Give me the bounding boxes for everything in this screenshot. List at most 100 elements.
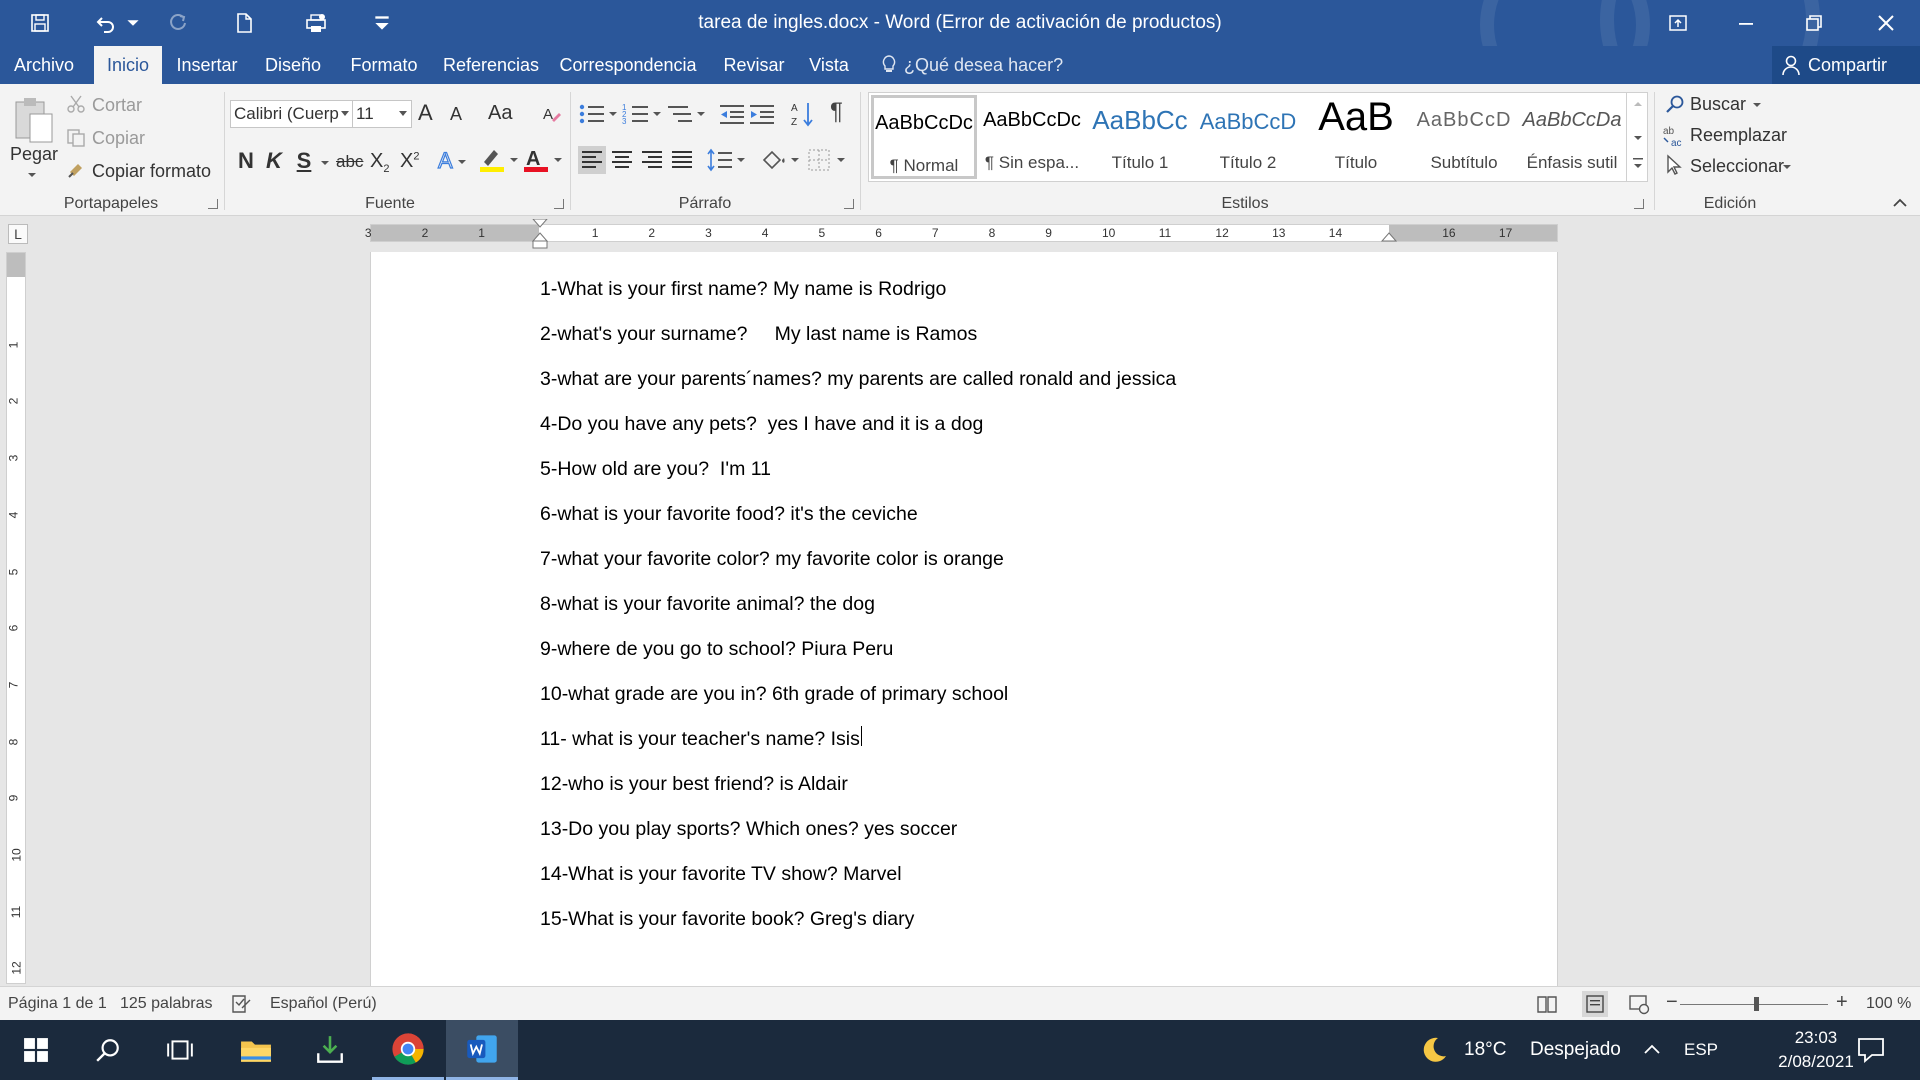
find-dropdown-icon[interactable] (1752, 100, 1762, 110)
styles-scroll[interactable] (1626, 92, 1648, 182)
document-line[interactable]: 10-what grade are you in? 6th grade of p… (540, 683, 1008, 706)
tab-revisar[interactable]: Revisar (718, 46, 790, 84)
restore-icon[interactable] (1780, 0, 1848, 46)
style-title[interactable]: AaB Título (1303, 95, 1409, 179)
font-size-box[interactable]: 11 (352, 100, 412, 128)
clock-date[interactable]: 2/08/2021 (1766, 1052, 1866, 1072)
numbering-icon[interactable]: 123 (622, 102, 664, 126)
style-subtitle[interactable]: AaBbCcD Subtítulo (1411, 95, 1517, 179)
select-dropdown-icon[interactable] (1782, 162, 1792, 172)
word-taskbar-button[interactable] (446, 1020, 518, 1080)
decrease-indent-icon[interactable] (718, 102, 746, 126)
document-line[interactable]: 7-what your favorite color? my favorite … (540, 548, 1004, 571)
underline-dropdown-icon[interactable] (320, 158, 330, 168)
highlight-color-icon[interactable] (478, 146, 520, 174)
paste-button[interactable]: Pegar (10, 144, 58, 165)
style-no-spacing[interactable]: AaBbCcDc ¶ Sin espa... (979, 95, 1085, 179)
print-layout-icon[interactable] (1582, 991, 1608, 1017)
bold-button[interactable]: N (236, 148, 256, 174)
font-name-box[interactable]: Calibri (Cuerp (230, 100, 354, 128)
sort-icon[interactable]: AZ (790, 100, 816, 128)
find-button[interactable]: Buscar (1690, 94, 1746, 115)
cut-button[interactable]: Cortar (92, 95, 142, 116)
document-line[interactable]: 4-Do you have any pets? yes I have and i… (540, 413, 983, 436)
superscript-button[interactable]: X2 (400, 150, 419, 173)
select-button[interactable]: Seleccionar (1690, 156, 1784, 177)
tab-archivo[interactable]: Archivo (0, 46, 88, 84)
align-left-icon[interactable] (578, 146, 606, 174)
copy-button[interactable]: Copiar (92, 128, 145, 149)
grow-font-button[interactable]: A (418, 100, 433, 126)
document-line[interactable]: 11- what is your teacher's name? Isis (540, 728, 860, 751)
paste-dropdown-icon[interactable] (26, 170, 38, 180)
store-app-button[interactable] (294, 1020, 366, 1080)
file-explorer-button[interactable] (220, 1020, 292, 1080)
text-effects-icon[interactable]: A (436, 148, 466, 174)
multilevel-list-icon[interactable] (666, 102, 708, 126)
moon-weather-icon[interactable] (1418, 1034, 1450, 1066)
close-icon[interactable] (1852, 0, 1920, 46)
input-language[interactable]: ESP (1684, 1040, 1718, 1060)
tab-insertar[interactable]: Insertar (168, 46, 246, 84)
weather-temperature[interactable]: 18°C (1464, 1039, 1506, 1061)
tab-referencias[interactable]: Referencias (436, 46, 546, 84)
start-button[interactable] (0, 1020, 72, 1080)
subscript-button[interactable]: X2 (370, 150, 389, 175)
format-painter-button[interactable]: Copiar formato (92, 161, 211, 182)
style-heading-2[interactable]: AaBbCcD Título 2 (1195, 95, 1301, 179)
font-launcher[interactable] (554, 199, 564, 209)
tab-selector[interactable]: L (8, 224, 28, 244)
clear-formatting-icon[interactable]: A (542, 104, 562, 124)
search-button[interactable] (72, 1020, 144, 1080)
document-line[interactable]: 6-what is your favorite food? it's the c… (540, 503, 918, 526)
style-heading-1[interactable]: AaBbCc Título 1 (1087, 95, 1193, 179)
tab-correspondencia[interactable]: Correspondencia (554, 46, 702, 84)
zoom-slider-thumb[interactable] (1754, 997, 1759, 1011)
tab-diseno[interactable]: Diseño (254, 46, 332, 84)
document-line[interactable]: 12-who is your best friend? is Aldair (540, 773, 848, 796)
task-view-button[interactable] (144, 1020, 216, 1080)
notifications-icon[interactable] (1856, 1036, 1886, 1064)
increase-indent-icon[interactable] (748, 102, 776, 126)
font-color-icon[interactable]: A (522, 146, 564, 174)
document-page[interactable]: 1-What is your first name? My name is Ro… (370, 252, 1558, 986)
ribbon-display-options-icon[interactable] (1644, 0, 1712, 46)
word-count[interactable]: 125 palabras (120, 995, 213, 1013)
document-line[interactable]: 15-What is your favorite book? Greg's di… (540, 908, 914, 931)
document-line[interactable]: 2-what's your surname? My last name is R… (540, 323, 977, 346)
proofing-icon[interactable] (230, 994, 252, 1014)
style-subtle-emphasis[interactable]: AaBbCcDa Énfasis sutil (1519, 95, 1625, 179)
chevron-up-icon[interactable] (1642, 1040, 1662, 1060)
styles-launcher[interactable] (1634, 199, 1644, 209)
minimize-icon[interactable] (1712, 0, 1780, 46)
align-center-icon[interactable] (608, 146, 636, 174)
borders-icon[interactable] (806, 146, 848, 174)
shading-icon[interactable] (760, 146, 802, 174)
horizontal-ruler[interactable]: 3 2 1 1 2 3 4 5 6 7 8 9 10 11 12 13 14 16 17 (365, 219, 1558, 249)
zoom-level[interactable]: 100 % (1866, 995, 1911, 1013)
paragraph-launcher[interactable] (844, 199, 854, 209)
bullets-icon[interactable] (578, 102, 620, 126)
show-formatting-button[interactable]: ¶ (830, 98, 843, 126)
line-spacing-icon[interactable] (706, 146, 748, 174)
style-normal[interactable]: AaBbCcDc ¶ Normal (871, 95, 977, 179)
change-case-button[interactable]: Aa (488, 102, 512, 125)
page-count[interactable]: Página 1 de 1 (8, 995, 107, 1013)
zoom-in-button[interactable]: + (1836, 991, 1848, 1014)
clipboard-launcher[interactable] (208, 199, 218, 209)
shrink-font-button[interactable]: A (450, 104, 462, 125)
chrome-button[interactable] (372, 1020, 444, 1080)
strikethrough-button[interactable]: abc (336, 152, 363, 172)
tab-formato[interactable]: Formato (340, 46, 428, 84)
indent-markers-icon[interactable] (531, 219, 549, 253)
underline-button[interactable]: S (294, 148, 314, 174)
zoom-out-button[interactable]: − (1666, 991, 1678, 1014)
read-mode-icon[interactable] (1536, 993, 1558, 1015)
tell-me-box[interactable]: ¿Qué desea hacer? (880, 46, 1063, 84)
clock-time[interactable]: 23:03 (1766, 1028, 1866, 1048)
document-line[interactable]: 9-where de you go to school? Piura Peru (540, 638, 893, 661)
document-line[interactable]: 8-what is your favorite animal? the dog (540, 593, 875, 616)
web-layout-icon[interactable] (1628, 993, 1650, 1015)
document-line[interactable]: 3-what are your parents´names? my parent… (540, 368, 1176, 391)
replace-button[interactable]: Reemplazar (1690, 125, 1787, 146)
